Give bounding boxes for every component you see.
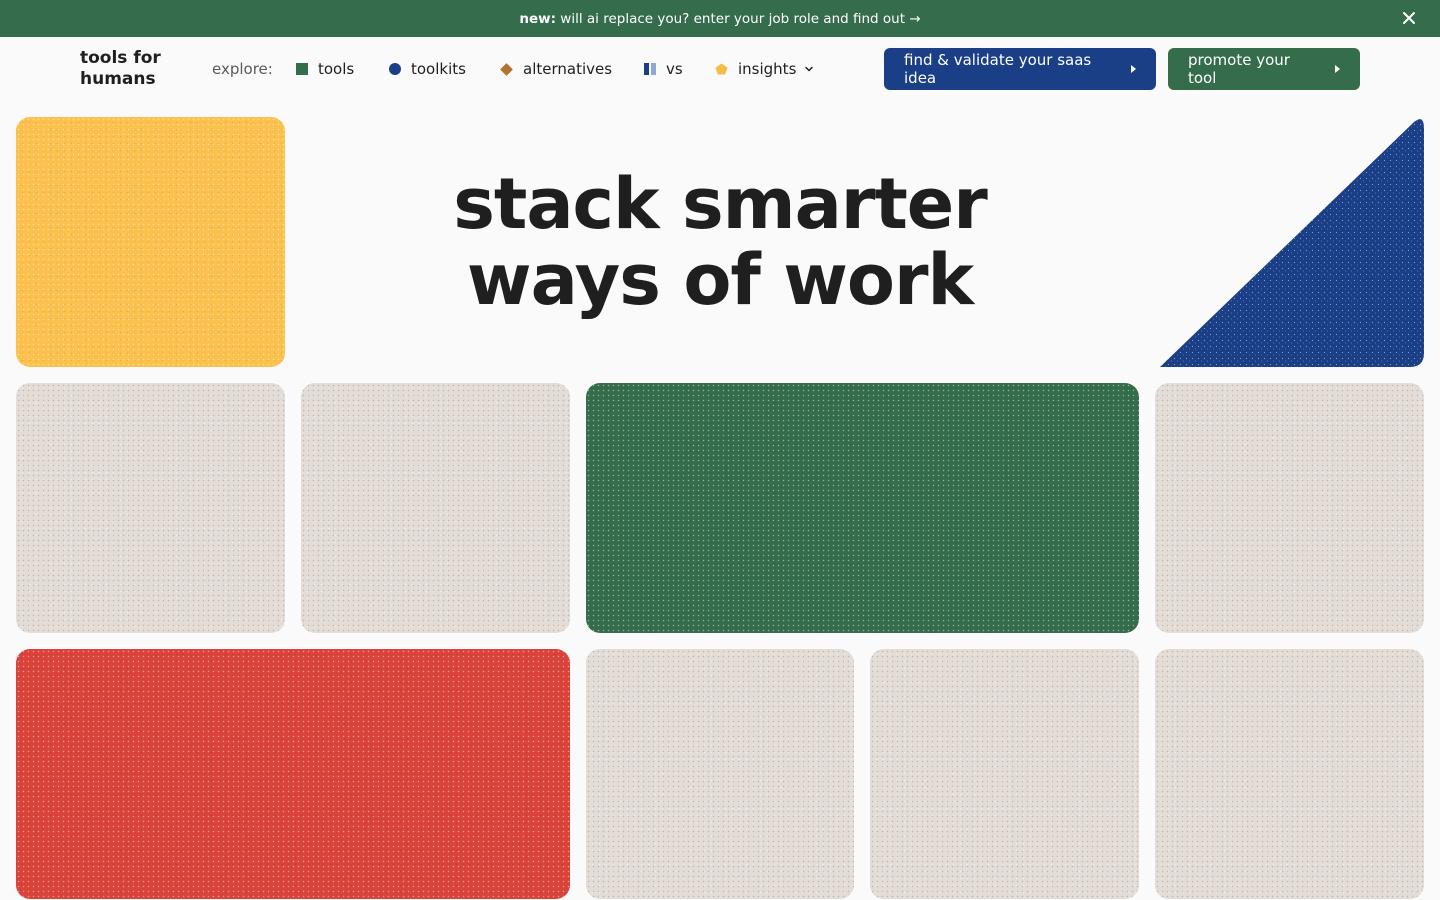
validate-button-label: find & validate your saas idea: [904, 51, 1092, 87]
placeholder-tile[interactable]: [1155, 649, 1424, 899]
pentagon-icon: [715, 63, 728, 75]
top-nav: tools for humans explore: tools toolkits…: [0, 37, 1440, 101]
validate-saas-idea-button[interactable]: find & validate your saas idea: [884, 48, 1156, 90]
red-tile[interactable]: [16, 649, 570, 899]
announcement-bar[interactable]: new: will ai replace you? enter your job…: [0, 0, 1440, 37]
site-logo[interactable]: tools for humans: [80, 48, 180, 90]
nav-item-alternatives[interactable]: alternatives: [500, 58, 612, 80]
close-icon[interactable]: [1400, 9, 1418, 27]
yellow-tile: [16, 117, 285, 367]
vs-bars-icon: [644, 63, 656, 75]
placeholder-tile[interactable]: [16, 383, 285, 633]
hero-title: stack smarter ways of work: [453, 163, 988, 321]
promote-button-label: promote your tool: [1188, 51, 1290, 87]
hero: stack smarter ways of work: [301, 117, 1139, 367]
diamond-icon: [500, 62, 513, 76]
logo-line-2: humans: [80, 69, 156, 89]
nav-item-label: alternatives: [523, 60, 613, 78]
explore-label: explore:: [212, 60, 273, 78]
caret-right-icon: [1131, 65, 1136, 73]
square-icon: [296, 63, 308, 75]
caret-right-icon: [1335, 65, 1340, 73]
nav-item-insights[interactable]: insights: [715, 58, 814, 80]
announcement-prefix: new:: [519, 10, 556, 27]
nav-item-toolkits[interactable]: toolkits: [389, 58, 466, 80]
nav-item-label: insights: [738, 60, 797, 78]
nav-item-label: vs: [666, 60, 683, 78]
promote-tool-button[interactable]: promote your tool: [1168, 48, 1360, 90]
nav-item-tools[interactable]: tools: [296, 58, 354, 80]
placeholder-tile[interactable]: [870, 649, 1139, 899]
announcement-message: will ai replace you? enter your job role…: [556, 10, 921, 27]
nav-item-vs[interactable]: vs: [644, 58, 683, 80]
circle-icon: [389, 63, 401, 75]
placeholder-tile[interactable]: [301, 383, 570, 633]
announcement-text[interactable]: new: will ai replace you? enter your job…: [519, 11, 920, 27]
nav-item-label: tools: [318, 60, 355, 78]
logo-line-1: tools for: [80, 48, 161, 68]
green-tile[interactable]: [586, 383, 1139, 633]
hero-title-line-1: stack smarter: [453, 163, 988, 245]
placeholder-tile[interactable]: [1155, 383, 1424, 633]
placeholder-tile[interactable]: [586, 649, 854, 899]
chevron-down-icon: [805, 66, 814, 72]
blue-triangle-tile: [1160, 119, 1424, 367]
hero-title-line-2: ways of work: [466, 239, 974, 321]
nav-item-label: toolkits: [411, 60, 466, 78]
